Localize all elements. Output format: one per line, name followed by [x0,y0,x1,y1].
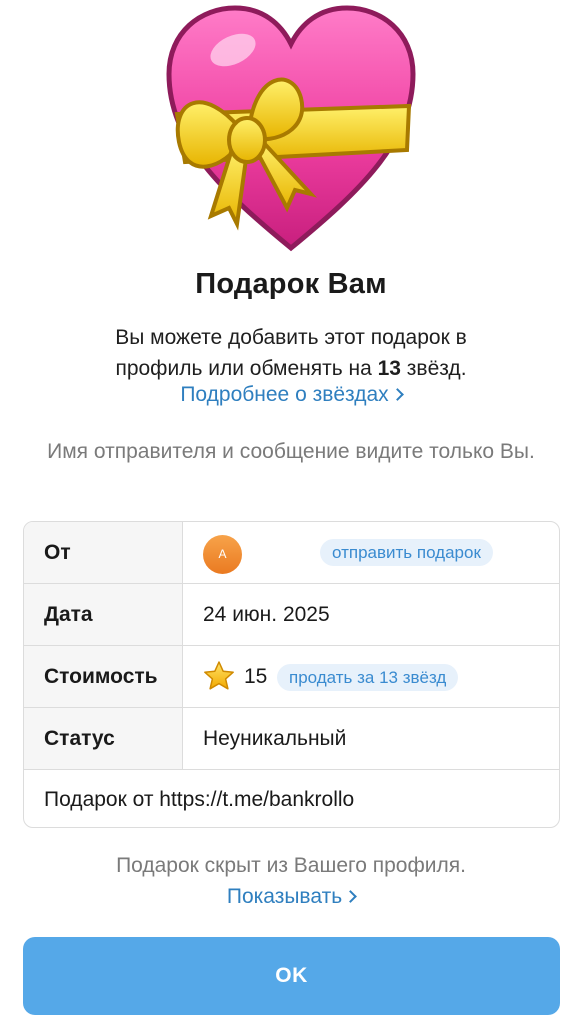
description-text-end: звёзд. [400,357,467,380]
row-from: От A отправить подарок [24,522,559,584]
send-gift-button[interactable]: отправить подарок [320,539,493,566]
chevron-right-icon [344,890,358,903]
heart-with-ribbon-icon [166,5,416,252]
status-label: Статус [24,708,183,769]
from-label: От [24,522,183,583]
chevron-right-icon [390,388,404,401]
cost-value: 15 продать за 13 звёзд [184,646,559,707]
star-icon [204,661,234,690]
description-text: профиль или обменять на [115,357,378,380]
row-cost: Стоимость 15 продать за 13 звёзд [24,646,559,708]
gift-description: Вы можете добавить этот подарок в профил… [60,322,522,384]
description-line-2: профиль или обменять на 13 звёзд. [60,353,522,384]
privacy-note: Имя отправителя и сообщение видите тольк… [47,440,535,463]
row-message: Подарок от https://t.me/bankrollo [24,770,559,827]
learn-more-label: Подробнее о звёздах [180,383,389,406]
learn-more-link[interactable]: Подробнее о звёздах [0,383,582,407]
description-line-1: Вы можете добавить этот подарок в [115,326,467,349]
gift-details-table: От A отправить подарок Дата 24 июн. 2025… [23,521,560,828]
row-status: Статус Неуникальный [24,708,559,770]
gift-title: Подарок Вам [195,268,387,300]
date-value: 24 июн. 2025 [203,603,330,626]
show-in-profile-label: Показывать [226,885,343,908]
gift-image [0,0,582,262]
from-value: A отправить подарок [184,522,559,583]
cost-label: Стоимость [24,646,183,707]
exchange-stars-count: 13 [377,357,401,380]
avatar[interactable]: A [203,535,242,574]
status-value: Неуникальный [203,727,347,750]
date-label: Дата [24,584,183,645]
row-date: Дата 24 июн. 2025 [24,584,559,646]
ok-button[interactable]: OK [23,937,560,1015]
gift-message: Подарок от https://t.me/bankrollo [44,788,355,811]
show-in-profile-link[interactable]: Показывать [0,885,582,909]
cost-stars-amount: 15 [244,665,268,688]
sell-gift-button[interactable]: продать за 13 звёзд [277,664,459,691]
gift-hidden-notice: Подарок скрыт из Вашего профиля. [116,854,466,877]
